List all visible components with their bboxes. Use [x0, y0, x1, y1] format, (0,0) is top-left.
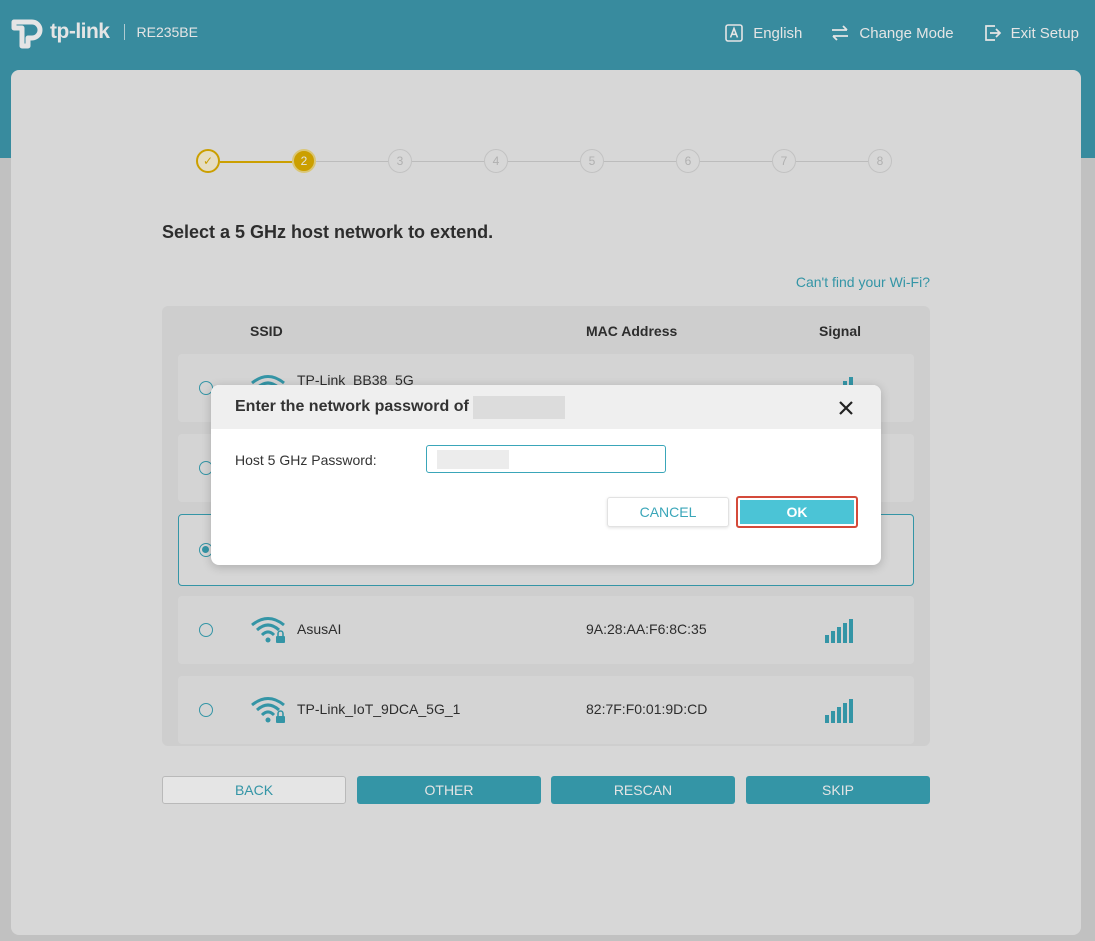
ok-button[interactable]: OK — [740, 500, 854, 524]
redacted-network-name — [473, 396, 565, 419]
dialog-title: Enter the network password of — [235, 398, 469, 415]
ok-button-highlight: OK — [736, 496, 858, 528]
close-icon[interactable] — [837, 399, 855, 417]
password-dialog: Enter the network password of Host 5 GHz… — [211, 385, 881, 565]
redacted-password-value — [437, 450, 509, 469]
dialog-header: Enter the network password of — [211, 385, 881, 429]
password-label: Host 5 GHz Password: — [235, 452, 377, 468]
host-password-input[interactable] — [426, 445, 666, 473]
cancel-button[interactable]: CANCEL — [607, 497, 729, 527]
